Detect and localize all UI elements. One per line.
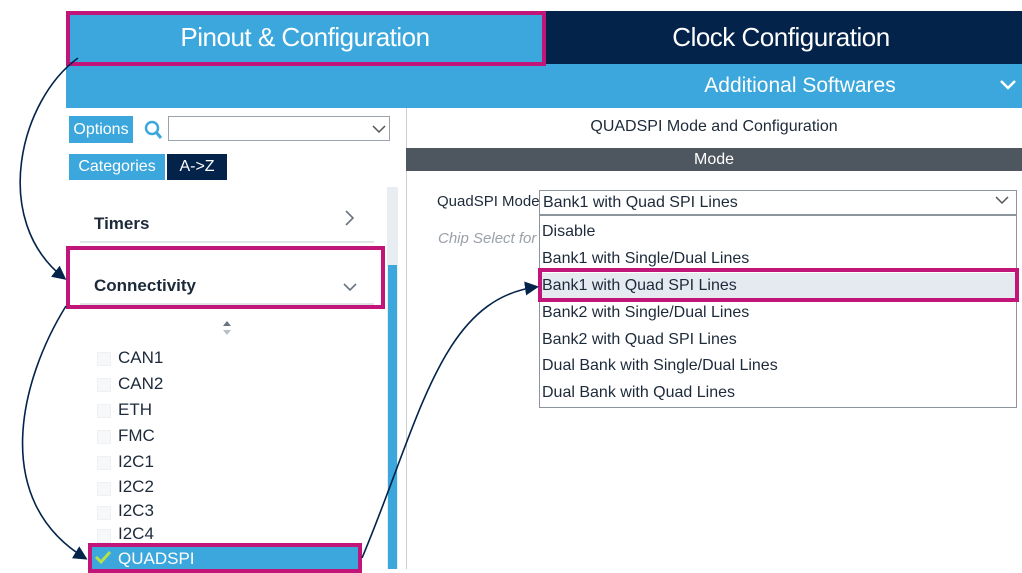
peripheral-can2[interactable]: CAN2	[118, 374, 163, 394]
divider	[80, 241, 374, 243]
peripheral-i2c2[interactable]: I2C2	[118, 477, 154, 497]
search-input[interactable]	[168, 116, 390, 141]
options-button[interactable]: Options	[69, 116, 133, 143]
checkbox[interactable]	[97, 529, 111, 543]
az-tab[interactable]: A->Z	[167, 154, 227, 180]
chevron-down-icon[interactable]	[995, 192, 1009, 210]
mode-header: Mode	[406, 148, 1022, 171]
panel-title: QUADSPI Mode and Configuration	[590, 118, 838, 135]
quadspi-mode-select[interactable]: Bank1 with Quad SPI Lines	[539, 190, 1017, 215]
dropdown-option-dual-bank-quad[interactable]: Dual Bank with Quad Lines	[542, 384, 735, 402]
peripheral-i2c1[interactable]: I2C1	[118, 452, 154, 472]
checkbox[interactable]	[97, 482, 111, 496]
peripheral-fmc[interactable]: FMC	[118, 426, 155, 446]
checkbox[interactable]	[97, 378, 111, 392]
dropdown-option-disable[interactable]: Disable	[542, 223, 595, 241]
dropdown-option-bank2-quad[interactable]: Bank2 with Quad SPI Lines	[542, 331, 737, 349]
checkbox[interactable]	[97, 430, 111, 444]
additional-softwares-button[interactable]: Additional Softwares	[660, 64, 940, 108]
highlight-pinout-tab	[66, 11, 546, 66]
chevron-down-icon[interactable]	[370, 117, 388, 141]
categories-tab[interactable]: Categories	[69, 154, 165, 180]
tab-clock-configuration[interactable]: Clock Configuration	[544, 11, 1018, 64]
search-icon[interactable]	[142, 116, 166, 143]
peripheral-can1[interactable]: CAN1	[118, 348, 163, 368]
peripheral-i2c4[interactable]: I2C4	[118, 524, 154, 544]
dropdown-option-bank1-single-dual[interactable]: Bank1 with Single/Dual Lines	[542, 250, 749, 268]
chevron-right-icon[interactable]	[344, 208, 356, 234]
checkbox[interactable]	[97, 456, 111, 470]
checkbox[interactable]	[97, 506, 111, 520]
highlight-connectivity	[66, 246, 385, 309]
chevron-down-icon[interactable]	[998, 72, 1020, 98]
checkbox[interactable]	[97, 352, 111, 366]
dropdown-option-bank2-single-dual[interactable]: Bank2 with Single/Dual Lines	[542, 304, 749, 322]
scrollbar-thumb[interactable]	[388, 265, 397, 569]
quadspi-mode-label: QuadSPI Mode	[437, 193, 540, 210]
tab-edge	[1016, 11, 1022, 64]
category-tree	[66, 187, 386, 569]
category-timers[interactable]: Timers	[94, 214, 149, 234]
peripheral-i2c3[interactable]: I2C3	[118, 501, 154, 521]
dropdown-option-dual-bank-single-dual[interactable]: Dual Bank with Single/Dual Lines	[542, 357, 778, 375]
peripheral-eth[interactable]: ETH	[118, 400, 152, 420]
sort-icon[interactable]	[220, 320, 234, 340]
chip-select-label: Chip Select for	[438, 230, 537, 247]
checkbox[interactable]	[97, 404, 111, 418]
highlight-bank1-quad	[538, 268, 1019, 302]
